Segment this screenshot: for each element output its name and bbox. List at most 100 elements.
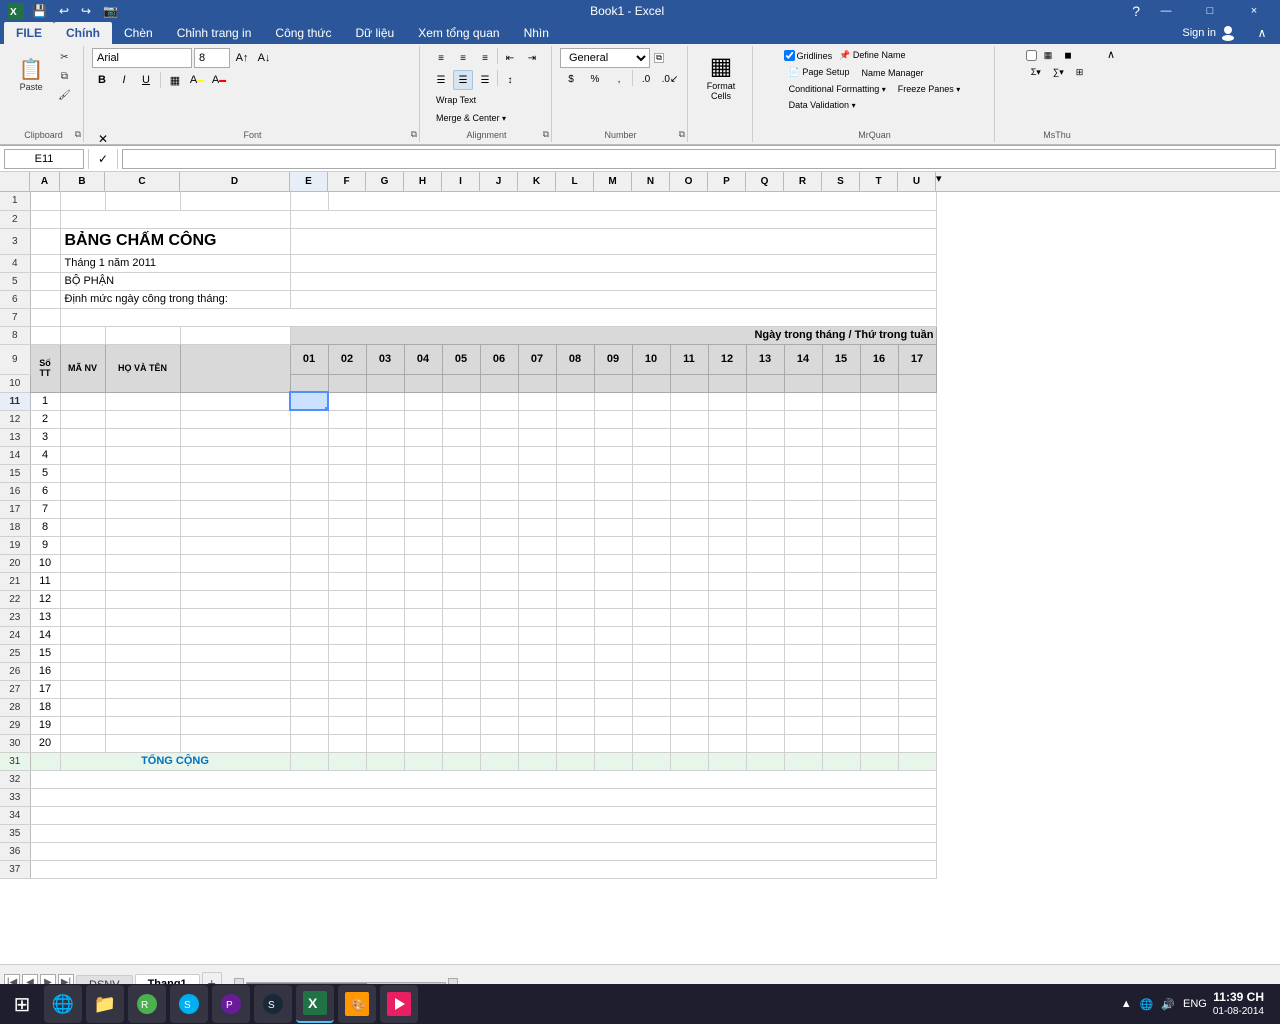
row-num-29[interactable]: 29 (0, 716, 30, 734)
tab-xem-tong-quan[interactable]: Xem tổng quan (406, 22, 511, 44)
cell-A1[interactable] (30, 192, 60, 210)
formula-input[interactable] (122, 149, 1276, 169)
alignment-expand[interactable]: ⧉ (543, 129, 549, 140)
cell-M9[interactable]: 09 (594, 344, 632, 374)
msthu-btn4[interactable]: ∑▾ (1048, 65, 1069, 80)
cell-H11[interactable] (404, 392, 442, 410)
cell-L11[interactable] (556, 392, 594, 410)
cell-B6[interactable]: Định mức ngày công trong tháng: (60, 290, 290, 308)
row-num-13[interactable]: 13 (0, 428, 30, 446)
cell-T10[interactable] (860, 374, 898, 392)
row-num-14[interactable]: 14 (0, 446, 30, 464)
cell-A4[interactable] (30, 254, 60, 272)
cell-K11[interactable] (518, 392, 556, 410)
cell-I11[interactable] (442, 392, 480, 410)
cell-E1[interactable] (290, 192, 328, 210)
row-num-28[interactable]: 28 (0, 698, 30, 716)
cell-A36[interactable] (30, 842, 936, 860)
skype-app[interactable]: S (170, 985, 208, 1023)
col-scroll-btn[interactable]: ▾ (936, 172, 956, 191)
col-header-I[interactable]: I (442, 172, 480, 191)
app3[interactable]: R (128, 985, 166, 1023)
cell-S31[interactable] (822, 752, 860, 770)
cell-E6[interactable] (290, 290, 936, 308)
cell-M10[interactable] (594, 374, 632, 392)
app5[interactable]: P (212, 985, 250, 1023)
font-color-button[interactable]: A▬ (209, 70, 229, 90)
tab-chen[interactable]: Chèn (112, 22, 165, 44)
lang-btn[interactable]: ENG (1181, 996, 1209, 1012)
user-icon[interactable] (1220, 25, 1236, 41)
tab-file[interactable]: FILE (4, 22, 54, 44)
format-painter-button[interactable]: 🖌 (53, 87, 76, 104)
cell-R10[interactable] (784, 374, 822, 392)
align-bottom-right-btn[interactable]: ☰ (475, 70, 495, 90)
col-header-U[interactable]: U (898, 172, 936, 191)
cell-G10[interactable] (366, 374, 404, 392)
cond-fmt-arrow[interactable]: ▾ (882, 85, 886, 94)
col-header-J[interactable]: J (480, 172, 518, 191)
row-num-10[interactable]: 10 (0, 374, 30, 392)
row-num-32[interactable]: 32 (0, 770, 30, 788)
msthu-btn5[interactable]: ⊞ (1071, 65, 1089, 80)
row-num-24[interactable]: 24 (0, 626, 30, 644)
comma-btn[interactable]: , (608, 70, 630, 88)
col-header-E[interactable]: E (290, 172, 328, 191)
italic-button[interactable]: I (114, 70, 134, 90)
underline-button[interactable]: U (136, 70, 156, 90)
cell-L31[interactable] (556, 752, 594, 770)
increase-font-btn[interactable]: A↑ (232, 48, 252, 68)
cell-F1[interactable] (328, 192, 936, 210)
row-num-33[interactable]: 33 (0, 788, 30, 806)
merge-center-button[interactable]: Merge & Center ▾ (431, 110, 511, 126)
cell-Q9[interactable]: 13 (746, 344, 784, 374)
cell-C1[interactable] (105, 192, 180, 210)
cell-E9[interactable]: 01 (290, 344, 328, 374)
number-expand-btn[interactable]: ⧉ (654, 53, 664, 63)
sound-icon[interactable]: 🔊 (1159, 996, 1177, 1013)
row-num-5[interactable]: 5 (0, 272, 30, 290)
cell-S9[interactable]: 15 (822, 344, 860, 374)
row-num-31[interactable]: 31 (0, 752, 30, 770)
cell-P31[interactable] (708, 752, 746, 770)
copy-button[interactable]: ⧉ (53, 68, 76, 85)
col-header-R[interactable]: R (784, 172, 822, 191)
row-num-1[interactable]: 1 (0, 192, 30, 210)
close-button[interactable]: × (1236, 0, 1272, 22)
cell-D8[interactable] (180, 326, 290, 344)
row-num-22[interactable]: 22 (0, 590, 30, 608)
redo-btn[interactable]: ↪ (77, 2, 95, 20)
tab-nhin[interactable]: Nhìn (512, 22, 561, 44)
format-cells-button[interactable]: ▦ FormatCells (696, 48, 746, 104)
cell-F11[interactable] (328, 392, 366, 410)
cell-I10[interactable] (442, 374, 480, 392)
screenshot-btn[interactable]: 📷 (99, 2, 122, 20)
msthu-btn1[interactable]: ▦ (1039, 48, 1058, 63)
cell-N10[interactable] (632, 374, 670, 392)
col-header-M[interactable]: M (594, 172, 632, 191)
cell-U9[interactable]: 17 (898, 344, 936, 374)
col-header-K[interactable]: K (518, 172, 556, 191)
cell-O31[interactable] (670, 752, 708, 770)
formula-confirm-btn[interactable]: ✓ (93, 149, 113, 169)
cell-H31[interactable] (404, 752, 442, 770)
cell-L9[interactable]: 08 (556, 344, 594, 374)
paste-button[interactable]: 📋 Paste (11, 48, 51, 104)
cut-button[interactable]: ✂ (53, 49, 76, 66)
cell-Q31[interactable] (746, 752, 784, 770)
cell-S11[interactable] (822, 392, 860, 410)
paint-app[interactable]: 🎨 (338, 985, 376, 1023)
ribbon-minimize-btn[interactable]: ∧ (1244, 22, 1280, 44)
row-num-26[interactable]: 26 (0, 662, 30, 680)
cell-A33[interactable] (30, 788, 936, 806)
cell-B4[interactable]: Tháng 1 năm 2011 (60, 254, 290, 272)
ribbon-collapse-btn[interactable]: ∧ (1107, 48, 1115, 61)
cell-U31[interactable] (898, 752, 936, 770)
cell-H10[interactable] (404, 374, 442, 392)
data-validation-btn[interactable]: Data Validation ▾ (784, 98, 861, 112)
text-direction-btn[interactable]: ↕ (500, 70, 520, 90)
cell-B2[interactable] (60, 210, 290, 228)
row-num-9[interactable]: 9 (0, 344, 30, 374)
cell-J10[interactable] (480, 374, 518, 392)
cell-N31[interactable] (632, 752, 670, 770)
